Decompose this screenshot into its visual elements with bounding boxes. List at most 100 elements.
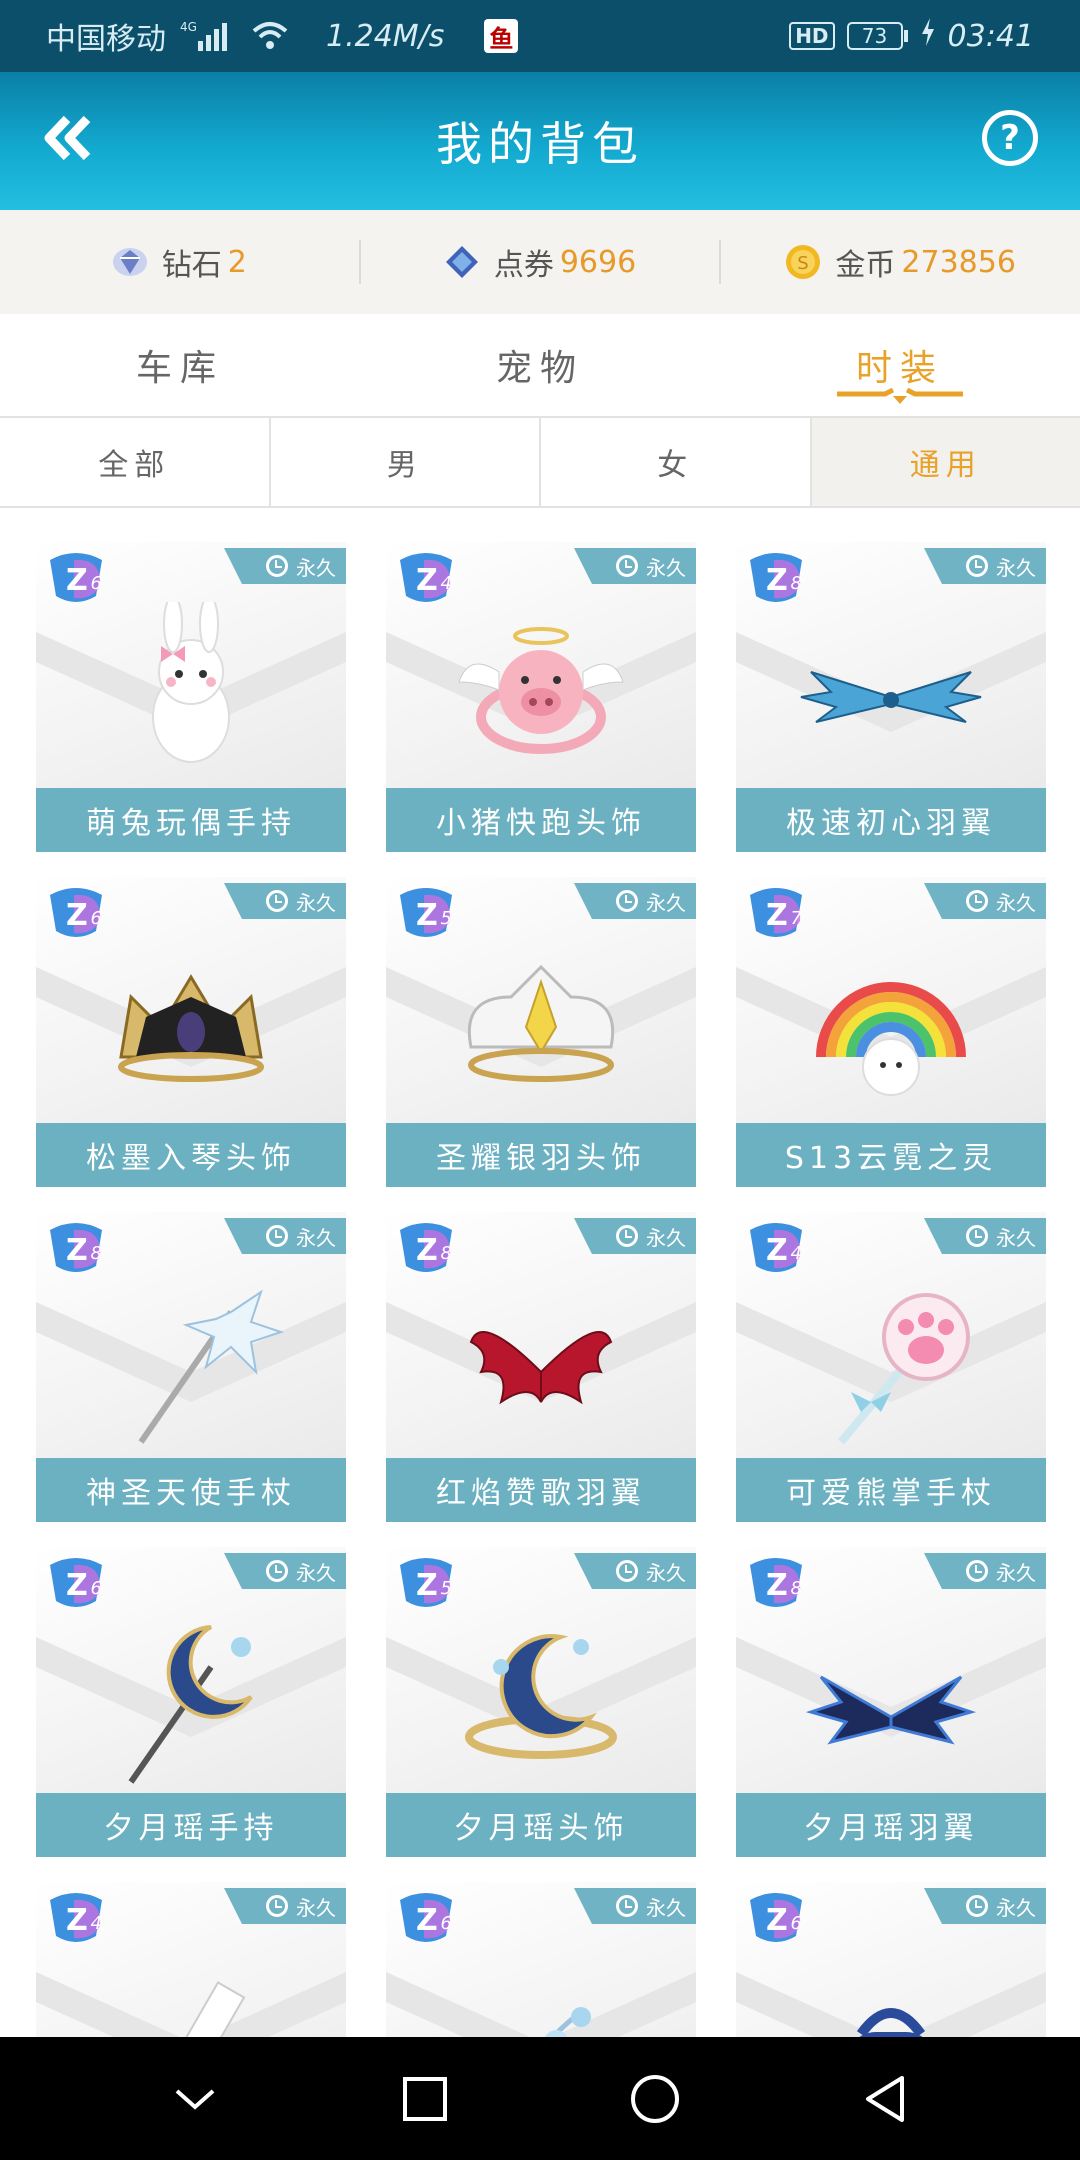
level-badge-icon: Z4 [394, 550, 458, 606]
square-icon [403, 2076, 447, 2121]
item-name: S13云霓之灵 [736, 1123, 1046, 1187]
permanent-badge: 永久 [224, 1218, 346, 1254]
permanent-badge: 永久 [574, 1553, 696, 1589]
nav-back-button[interactable] [850, 2064, 920, 2134]
clock-icon [266, 555, 288, 577]
angel-staff-icon [138, 1289, 285, 1444]
dark-blue-wings-icon [805, 1675, 977, 1745]
item-card[interactable]: Z 5 永久 圣耀银羽头饰 [386, 877, 696, 1187]
svg-text:Z: Z [66, 1903, 88, 1938]
permanent-label: 永久 [296, 1225, 336, 1250]
item-card[interactable]: Z 4 永久 [36, 1882, 346, 2037]
moon-crown-icon [465, 1634, 617, 1759]
subtab-male[interactable]: 男 [268, 418, 540, 506]
clock-icon [616, 1560, 638, 1582]
item-card[interactable]: Z 6 永久 夕月瑶手持 [36, 1547, 346, 1857]
svg-text:Z: Z [766, 563, 788, 598]
currency-value: 9696 [559, 244, 637, 280]
level-badge-icon: Z4 [44, 1890, 108, 1946]
level-number: 6 [90, 1578, 102, 1599]
tab-pets[interactable]: 宠物 [360, 314, 720, 416]
level-badge-icon: Z7 [744, 885, 808, 941]
item-card[interactable]: Z 4 永久 小猪快跑头饰 [386, 542, 696, 852]
clock-icon [266, 1225, 288, 1247]
item-card[interactable]: Z 7 永久 S13云霓之灵 [736, 877, 1046, 1187]
subtab-female[interactable]: 女 [539, 418, 810, 506]
back-button[interactable] [38, 108, 98, 168]
item-card[interactable]: Z 4 永久 可爱熊掌手杖 [736, 1212, 1046, 1522]
permanent-label: 永久 [996, 1895, 1036, 1920]
gender-filter-tabs: 全部 男 女 通用 [0, 418, 1080, 508]
clock-icon [616, 1225, 638, 1247]
item-card[interactable]: Z 8 永久 极速初心羽翼 [736, 542, 1046, 852]
clock-icon [966, 1560, 988, 1582]
tab-label: 时装 [855, 348, 944, 389]
triangle-back-icon [866, 2075, 904, 2122]
rainbow-cloud-icon [816, 982, 966, 1096]
item-grid: Z 6 永久 萌兔玩偶手持 Z 4 永久 小猪快跑头饰 Z 8 永久 极速初心羽翼 Z 6 永久 松墨入琴头饰… [36, 542, 1046, 2037]
item-card[interactable]: Z 6 永久 萌兔玩偶手持 [36, 542, 346, 852]
diamond-icon [112, 248, 147, 276]
clock-icon [616, 890, 638, 912]
svg-text:Z: Z [766, 1233, 788, 1268]
tab-garage[interactable]: 车库 [0, 314, 360, 416]
hd-badge: HD [789, 22, 835, 50]
blue-wings-icon [800, 671, 982, 723]
permanent-label: 永久 [296, 890, 336, 915]
clock-icon [616, 1895, 638, 1917]
network-speed: 1.24M/s [326, 18, 445, 54]
permanent-label: 永久 [996, 1225, 1036, 1250]
permanent-label: 永久 [646, 1225, 686, 1250]
item-card[interactable]: Z 5 永久 夕月瑶头饰 [386, 1547, 696, 1857]
item-card[interactable]: Z 8 永久 红焰赞歌羽翼 [386, 1212, 696, 1522]
dark-crown-icon [118, 974, 264, 1082]
permanent-badge: 永久 [924, 1553, 1046, 1589]
item-card[interactable]: Z 6 永久 [736, 1882, 1046, 2037]
level-number: 6 [90, 908, 102, 929]
svg-text:Z: Z [766, 898, 788, 933]
wifi-icon [250, 19, 290, 53]
app-notification-icon: 鱼 [484, 19, 519, 53]
item-card[interactable]: Z 6 永久 松墨入琴头饰 [36, 877, 346, 1187]
item-card[interactable]: Z 8 永久 神圣天使手杖 [36, 1212, 346, 1522]
item-card[interactable]: Z 6 永久 [386, 1882, 696, 2037]
level-number: 4 [790, 1243, 802, 1264]
item-name: 夕月瑶羽翼 [736, 1793, 1046, 1857]
level-badge-icon: Z8 [44, 1220, 108, 1276]
svg-text:Z: Z [66, 563, 88, 598]
moon-scepter-icon [128, 1625, 253, 1784]
tab-fashion[interactable]: 时装 [720, 314, 1080, 416]
currency-gold: S 金币 273856 [719, 240, 1080, 284]
red-wings-icon [469, 1331, 613, 1405]
level-number: 6 [790, 1913, 802, 1934]
level-number: 8 [440, 1243, 452, 1264]
clock-icon [266, 890, 288, 912]
item-card[interactable]: Z 8 永久 夕月瑶羽翼 [736, 1547, 1046, 1857]
clock-icon [966, 555, 988, 577]
help-button[interactable]: ? [982, 110, 1038, 166]
currency-value: 2 [227, 244, 247, 280]
svg-text:4G: 4G [180, 20, 197, 34]
level-number: 8 [790, 1578, 802, 1599]
chevron-down-icon [175, 2089, 215, 2110]
currency-label: 钻石 [161, 248, 222, 283]
nav-down-button[interactable] [160, 2064, 230, 2134]
item-name: 夕月瑶头饰 [386, 1793, 696, 1857]
level-number: 7 [790, 908, 802, 929]
nav-recents-button[interactable] [390, 2064, 460, 2134]
level-badge-icon: Z8 [394, 1220, 458, 1276]
clock-icon [616, 555, 638, 577]
nav-home-button[interactable] [620, 2064, 690, 2134]
clock-time: 03:41 [947, 18, 1034, 54]
permanent-badge: 永久 [224, 548, 346, 584]
level-number: 4 [440, 573, 452, 594]
backpack-icon [856, 2008, 926, 2037]
subtab-universal[interactable]: 通用 [809, 418, 1080, 506]
bunny-doll-icon [152, 602, 230, 763]
clock-icon [966, 1895, 988, 1917]
permanent-label: 永久 [646, 890, 686, 915]
subtab-all[interactable]: 全部 [0, 418, 269, 506]
level-badge-icon: Z6 [44, 885, 108, 941]
item-name: 圣耀银羽头饰 [386, 1123, 696, 1187]
tab-active-indicator [837, 388, 963, 404]
